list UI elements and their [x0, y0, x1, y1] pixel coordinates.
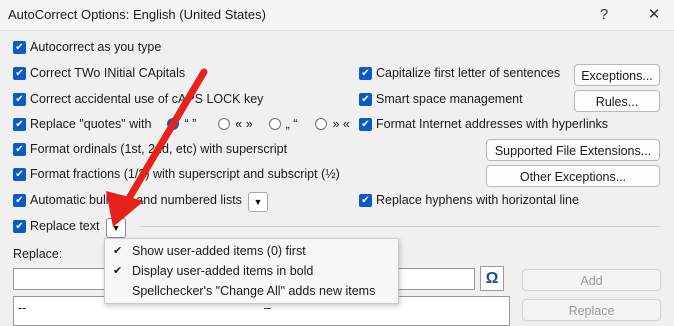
checkbox-checked-icon[interactable]: ✔ — [13, 193, 26, 207]
replace-label: Replace: — [13, 247, 63, 261]
option-label: Format ordinals (1st, 2nd, etc) with sup… — [30, 142, 288, 156]
option-replace-text[interactable]: ✔ Replace text — [13, 216, 99, 236]
menu-item-label: Spellchecker's "Change All" adds new ite… — [132, 284, 376, 298]
option-replace-hyphens[interactable]: ✔ Replace hyphens with horizontal line — [359, 190, 579, 210]
menu-item-display-bold[interactable]: ✔ Display user-added items in bold — [105, 261, 398, 281]
radio-icon[interactable] — [315, 118, 328, 130]
section-divider — [140, 226, 660, 227]
quote-style-label: “ ” — [184, 117, 197, 131]
option-format-internet-addresses[interactable]: ✔ Format Internet addresses with hyperli… — [359, 114, 608, 134]
replace-label-row: Replace: — [13, 244, 62, 264]
checkbox-checked-icon[interactable]: ✔ — [13, 92, 26, 106]
check-icon: ✔ — [113, 265, 123, 277]
option-label: Capitalize first letter of sentences — [376, 66, 561, 80]
exceptions-button[interactable]: Exceptions... — [574, 64, 660, 86]
option-format-fractions[interactable]: ✔ Format fractions (1/2) with superscrip… — [13, 164, 340, 184]
option-label: Replace "quotes" with — [30, 117, 152, 131]
checkbox-checked-icon[interactable]: ✔ — [359, 92, 372, 106]
option-label: Correct TWo INitial CApitals — [30, 66, 186, 80]
close-icon[interactable]: ✕ — [634, 0, 674, 30]
checkbox-checked-icon[interactable]: ✔ — [13, 167, 26, 181]
list-item-from: -- — [18, 301, 27, 315]
checkbox-checked-icon[interactable]: ✔ — [13, 40, 26, 54]
option-autocorrect-as-you-type[interactable]: ✔ Autocorrect as you type — [13, 37, 161, 57]
replace-text-dropdown[interactable]: ▼ — [106, 218, 126, 238]
checkbox-checked-icon[interactable]: ✔ — [13, 117, 26, 131]
checkbox-checked-icon[interactable]: ✔ — [359, 117, 372, 131]
quote-style-radio-4[interactable]: » « — [315, 117, 350, 131]
option-format-ordinals[interactable]: ✔ Format ordinals (1st, 2nd, etc) with s… — [13, 139, 287, 159]
supported-file-extensions-button[interactable]: Supported File Extensions... — [486, 139, 660, 161]
quote-style-radio-2[interactable]: « » — [218, 117, 253, 131]
option-label: Automatic bulleted and numbered lists — [30, 193, 242, 207]
checkbox-checked-icon[interactable]: ✔ — [359, 66, 372, 80]
radio-icon[interactable] — [218, 118, 231, 130]
option-label: Replace hyphens with horizontal line — [376, 193, 579, 207]
option-replace-quotes[interactable]: ✔ Replace "quotes" with “ ” « » „ “ » « — [13, 114, 350, 134]
other-exceptions-button[interactable]: Other Exceptions... — [486, 165, 660, 187]
option-label: Autocorrect as you type — [30, 40, 162, 54]
option-label: Format fractions (1/2) with superscript … — [30, 167, 340, 181]
replace-button[interactable]: Replace — [522, 299, 661, 321]
option-label: Format Internet addresses with hyperlink… — [376, 117, 609, 131]
title-bar: AutoCorrect Options: English (United Sta… — [0, 0, 674, 31]
check-icon: ✔ — [113, 245, 123, 257]
option-automatic-bulleted-lists[interactable]: ✔ Automatic bulleted and numbered lists — [13, 190, 242, 210]
option-smart-space[interactable]: ✔ Smart space management — [359, 89, 523, 109]
menu-item-label: Show user-added items (0) first — [132, 244, 306, 258]
help-icon[interactable]: ? — [584, 0, 624, 30]
menu-item-spellchecker-change-all[interactable]: Spellchecker's "Change All" adds new ite… — [105, 281, 398, 301]
option-label: Smart space management — [376, 92, 523, 106]
quote-style-label: « » — [235, 117, 253, 131]
option-label: Correct accidental use of cAPS LOCK key — [30, 92, 264, 106]
quote-style-radio-3[interactable]: „ “ — [268, 117, 298, 131]
option-correct-caps-lock[interactable]: ✔ Correct accidental use of cAPS LOCK ke… — [13, 89, 263, 109]
checkbox-checked-icon[interactable]: ✔ — [13, 219, 26, 233]
option-capitalize-first-letter[interactable]: ✔ Capitalize first letter of sentences — [359, 63, 560, 83]
window-title: AutoCorrect Options: English (United Sta… — [8, 7, 266, 22]
menu-item-show-user-added-first[interactable]: ✔ Show user-added items (0) first — [105, 241, 398, 261]
omega-special-character-icon[interactable]: Ω — [480, 266, 504, 291]
radio-icon[interactable] — [268, 118, 281, 130]
quote-style-label: » « — [332, 117, 350, 131]
bulleted-lists-dropdown[interactable]: ▼ — [248, 192, 268, 212]
checkbox-checked-icon[interactable]: ✔ — [13, 66, 26, 80]
checkbox-checked-icon[interactable]: ✔ — [359, 193, 372, 207]
option-label: Replace text — [30, 219, 100, 233]
quote-style-label: „ “ — [285, 117, 298, 131]
add-button[interactable]: Add — [522, 269, 661, 291]
replace-text-dropdown-menu: ✔ Show user-added items (0) first ✔ Disp… — [104, 238, 399, 304]
rules-button[interactable]: Rules... — [574, 90, 660, 112]
checkbox-checked-icon[interactable]: ✔ — [13, 142, 26, 156]
radio-selected-icon[interactable] — [167, 118, 180, 130]
menu-item-label: Display user-added items in bold — [132, 264, 314, 278]
option-correct-two-initial-caps[interactable]: ✔ Correct TWo INitial CApitals — [13, 63, 185, 83]
quote-style-radio-1[interactable]: “ ” — [167, 117, 196, 131]
